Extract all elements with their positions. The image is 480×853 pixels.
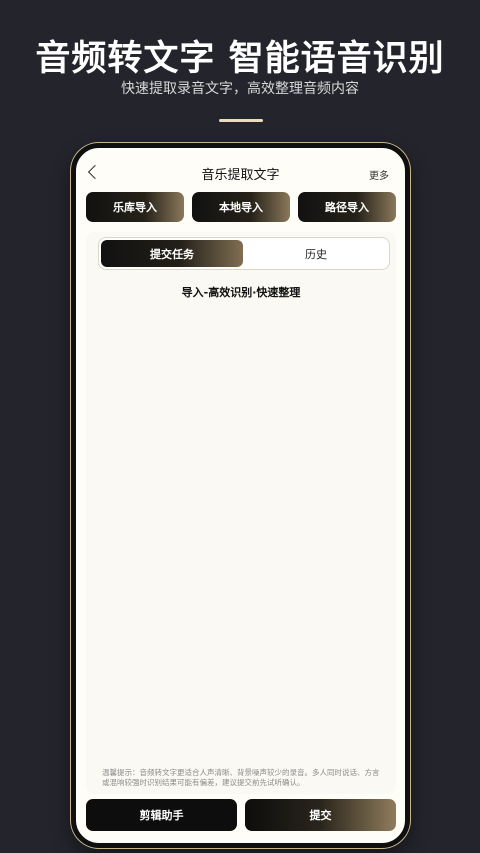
tab-bar: 提交任务 历史 bbox=[98, 237, 390, 270]
more-button[interactable]: 更多 bbox=[369, 167, 389, 182]
promo-title: 音频转文字 智能语音识别 bbox=[35, 39, 445, 79]
page-title: 音乐提取文字 bbox=[201, 168, 280, 183]
promo-subtitle: 快速提取录音文字，高效整理音频内容 bbox=[121, 81, 359, 97]
import-options: 乐库导入 本地导入 路径导入 bbox=[86, 192, 396, 222]
bottom-actions: 剪辑助手 提交 bbox=[86, 799, 396, 831]
submit-button[interactable]: 提交 bbox=[245, 799, 396, 831]
tab-submit-task[interactable]: 提交任务 bbox=[101, 240, 243, 267]
panel-heading: 导入-高效识别·快速整理 bbox=[181, 286, 301, 299]
local-import-button[interactable]: 本地导入 bbox=[192, 192, 290, 222]
phone-frame: 音乐提取文字 更多 乐库导入 本地导入 路径导入 提交任务 历史 导入-高效识别… bbox=[71, 143, 410, 848]
tips-text: 温馨提示：音频转文字更适合人声清晰、背景噪声较少的录音。多人同时说话、方言或混响… bbox=[102, 768, 380, 787]
promo-divider bbox=[219, 119, 263, 122]
music-library-import-button[interactable]: 乐库导入 bbox=[86, 192, 184, 222]
tab-history[interactable]: 历史 bbox=[245, 240, 387, 267]
edit-assistant-button[interactable]: 剪辑助手 bbox=[86, 799, 237, 831]
path-import-button[interactable]: 路径导入 bbox=[298, 192, 396, 222]
task-panel: 提交任务 历史 导入-高效识别·快速整理 温馨提示：音频转文字更适合人声清晰、背… bbox=[86, 232, 396, 794]
navigation-bar: 音乐提取文字 更多 bbox=[76, 158, 405, 188]
